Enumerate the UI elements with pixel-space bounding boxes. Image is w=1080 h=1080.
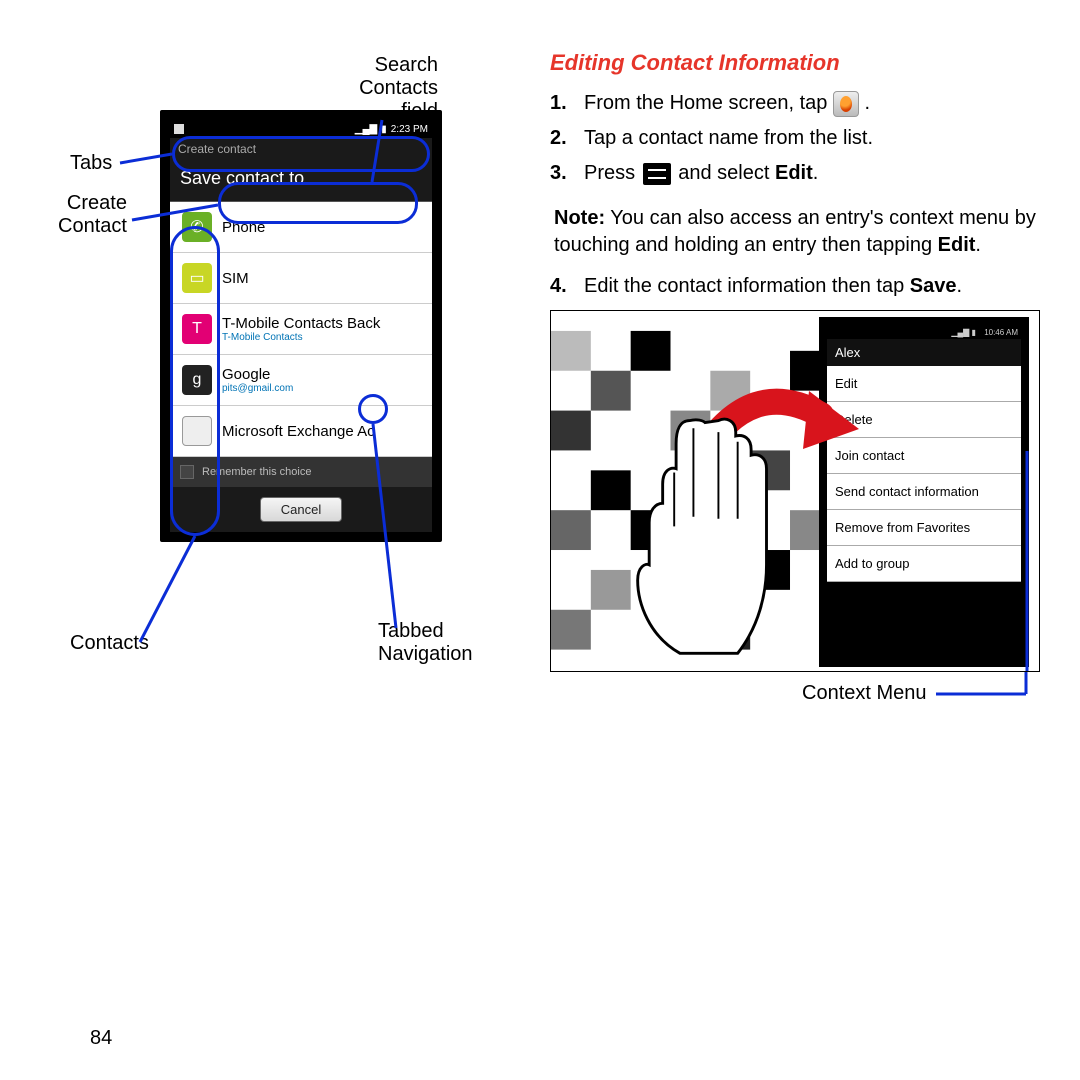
context-menu-figure: ▁▄▇ ▮ 10:46 AM Alex Edit Delete Join con… — [550, 310, 1040, 672]
context-menu-caption: Context Menu — [802, 682, 927, 705]
contacts-app-icon — [833, 91, 859, 117]
note-block: Note: You can also access an entry's con… — [550, 205, 1040, 259]
context-item-remove-fav[interactable]: Remove from Favorites — [827, 510, 1021, 546]
step-1: 1. From the Home screen, tap . — [550, 90, 1040, 117]
search-highlight — [218, 182, 418, 224]
context-header: Alex — [827, 339, 1021, 366]
page-number: 84 — [90, 1027, 112, 1050]
step-3: 3. Press and select Edit. — [550, 160, 1040, 187]
cancel-button[interactable]: Cancel — [260, 497, 342, 522]
left-figure: Search Contacts field Tabs Create Contac… — [40, 50, 490, 712]
phone-context-menu: ▁▄▇ ▮ 10:46 AM Alex Edit Delete Join con… — [819, 317, 1029, 667]
step-2: 2. Tap a contact name from the list. — [550, 125, 1040, 152]
tabs-highlight — [172, 136, 430, 172]
step-4: 4. Edit the contact information then tap… — [550, 273, 1040, 300]
menu-button-icon — [643, 163, 671, 185]
callout-create: Create Contact — [58, 192, 127, 238]
section-title: Editing Contact Information — [550, 50, 1040, 76]
callout-contacts: Contacts — [70, 632, 149, 655]
callout-tabbed: Tabbed Navigation — [378, 620, 473, 666]
status-time: 2:23 PM — [391, 124, 428, 135]
contacts-column-highlight — [170, 226, 220, 536]
tabbed-circle — [358, 394, 388, 424]
hand-gesture-icon — [629, 411, 779, 661]
context-item-add-group[interactable]: Add to group — [827, 546, 1021, 582]
callout-tabs: Tabs — [70, 152, 112, 175]
status-bar-2: ▁▄▇ ▮ 10:46 AM — [827, 325, 1021, 339]
